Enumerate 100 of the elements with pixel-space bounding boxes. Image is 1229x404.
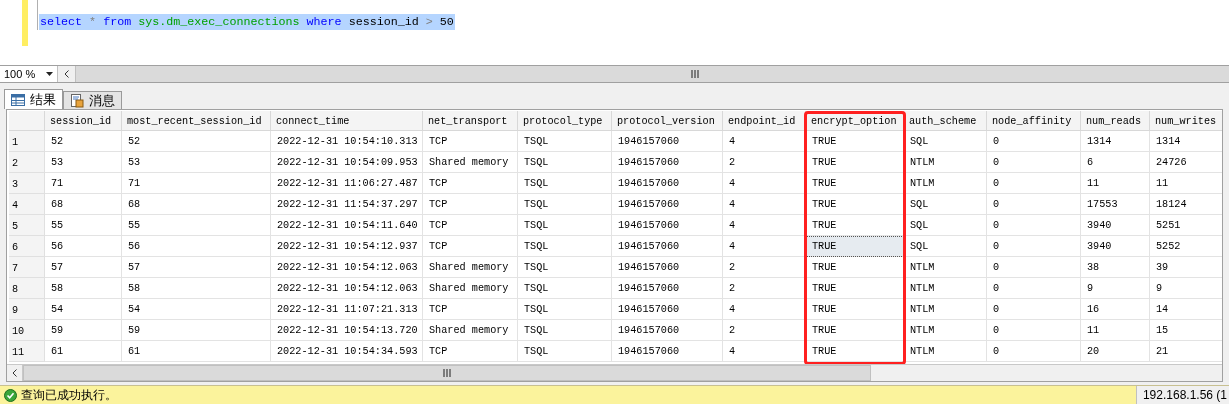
table-cell: 0: [987, 152, 1081, 173]
result-tab[interactable]: 消息: [63, 91, 122, 109]
row-header[interactable]: 7: [9, 257, 45, 278]
row-header[interactable]: 8: [9, 278, 45, 299]
table-cell: 1314: [1081, 131, 1150, 152]
column-header[interactable]: connect_time: [271, 111, 423, 131]
table-cell: 0: [987, 341, 1081, 362]
table-cell: 1946157060: [612, 215, 723, 236]
table-cell: TCP: [423, 131, 518, 152]
table-cell: 1946157060: [612, 257, 723, 278]
column-header[interactable]: protocol_type: [518, 111, 612, 131]
table-cell: 2022-12-31 11:07:21.313: [271, 299, 423, 320]
row-header[interactable]: 3: [9, 173, 45, 194]
table-cell: 2022-12-31 10:54:10.313: [271, 131, 423, 152]
table-cell: 0: [987, 278, 1081, 299]
table-cell: 52: [122, 131, 271, 152]
table-cell: 61: [122, 341, 271, 362]
column-header[interactable]: session_id: [45, 111, 122, 131]
table-cell: 55: [45, 215, 122, 236]
table-cell: 53: [45, 152, 122, 173]
table-cell: 61: [45, 341, 122, 362]
grip-icon: [691, 70, 700, 78]
column-header[interactable]: endpoint_id: [723, 111, 806, 131]
column-header[interactable]: num_reads: [1081, 111, 1150, 131]
row-header[interactable]: 2: [9, 152, 45, 173]
table-cell: NTLM: [904, 341, 987, 362]
chevron-left-icon: [64, 70, 69, 78]
row-header[interactable]: 6: [9, 236, 45, 257]
table-cell: 1946157060: [612, 320, 723, 341]
table-cell: TSQL: [518, 299, 612, 320]
column-header[interactable]: num_writes: [1150, 111, 1222, 131]
table-cell: 1946157060: [612, 278, 723, 299]
table-cell: Shared memory: [423, 152, 518, 173]
column-header[interactable]: most_recent_session_id: [122, 111, 271, 131]
table-cell: TSQL: [518, 215, 612, 236]
table-cell: TSQL: [518, 152, 612, 173]
scrollbar-thumb[interactable]: [23, 365, 871, 381]
table-cell: TSQL: [518, 236, 612, 257]
row-header[interactable]: 11: [9, 341, 45, 362]
check-circle-icon: [4, 388, 17, 402]
status-message: 查询已成功执行。: [21, 387, 117, 404]
table-cell: Shared memory: [423, 320, 518, 341]
table-cell: 2022-12-31 10:54:12.063: [271, 278, 423, 299]
corner-header[interactable]: [9, 111, 45, 131]
caret-icon: [46, 72, 53, 76]
table-cell: 59: [122, 320, 271, 341]
table-cell: 56: [45, 236, 122, 257]
table-cell: TSQL: [518, 131, 612, 152]
sql-query[interactable]: select * from sys.dm_exec_connections where session_id > 50: [39, 14, 455, 30]
row-header[interactable]: 10: [9, 320, 45, 341]
row-header[interactable]: 5: [9, 215, 45, 236]
table-cell: 54: [122, 299, 271, 320]
table-cell: 71: [122, 173, 271, 194]
table-cell: SQL: [904, 215, 987, 236]
column-header[interactable]: auth_scheme: [904, 111, 987, 131]
horizontal-scrollbar[interactable]: [76, 66, 1229, 82]
table-cell: 2022-12-31 10:54:11.640: [271, 215, 423, 236]
table-cell: 17553: [1081, 194, 1150, 215]
server-name: 192.168.1.56 (1: [1135, 386, 1229, 404]
tab-label: 消息: [89, 91, 115, 110]
table-cell: 1946157060: [612, 194, 723, 215]
table-cell: 9: [1081, 278, 1150, 299]
table-cell: 68: [45, 194, 122, 215]
table-cell: 1946157060: [612, 299, 723, 320]
row-header[interactable]: 1: [9, 131, 45, 152]
table-cell: 2022-12-31 10:54:12.063: [271, 257, 423, 278]
result-tab[interactable]: 结果: [4, 89, 63, 109]
table-cell: 0: [987, 320, 1081, 341]
table-cell: 1946157060: [612, 236, 723, 257]
table-cell: 2022-12-31 10:54:09.953: [271, 152, 423, 173]
table-cell: 11: [1081, 173, 1150, 194]
table-cell: 2022-12-31 11:06:27.487: [271, 173, 423, 194]
table-cell: 2022-12-31 11:54:37.297: [271, 194, 423, 215]
column-header[interactable]: node_affinity: [987, 111, 1081, 131]
table-cell: 1946157060: [612, 341, 723, 362]
chevron-left-icon: [12, 369, 17, 377]
table-cell: 6: [1081, 152, 1150, 173]
table-cell: 71: [45, 173, 122, 194]
table-cell: TCP: [423, 215, 518, 236]
column-header[interactable]: net_transport: [423, 111, 518, 131]
table-cell: NTLM: [904, 173, 987, 194]
column-header[interactable]: protocol_version: [612, 111, 723, 131]
table-cell: 1946157060: [612, 173, 723, 194]
table-cell: 2022-12-31 10:54:13.720: [271, 320, 423, 341]
row-header[interactable]: 4: [9, 194, 45, 215]
table-cell: 0: [987, 236, 1081, 257]
table-cell: Shared memory: [423, 278, 518, 299]
table-cell: 16: [1081, 299, 1150, 320]
table-cell: 56: [122, 236, 271, 257]
table-cell: TRUE: [806, 236, 904, 257]
table-cell: SQL: [904, 194, 987, 215]
table-cell: 3940: [1081, 236, 1150, 257]
table-cell: 0: [987, 173, 1081, 194]
table-cell: 0: [987, 257, 1081, 278]
table-cell: NTLM: [904, 257, 987, 278]
row-header[interactable]: 9: [9, 299, 45, 320]
zoom-dropdown[interactable]: 100 %: [0, 66, 58, 82]
table-cell: 20: [1081, 341, 1150, 362]
table-cell: NTLM: [904, 278, 987, 299]
table-cell: TSQL: [518, 278, 612, 299]
